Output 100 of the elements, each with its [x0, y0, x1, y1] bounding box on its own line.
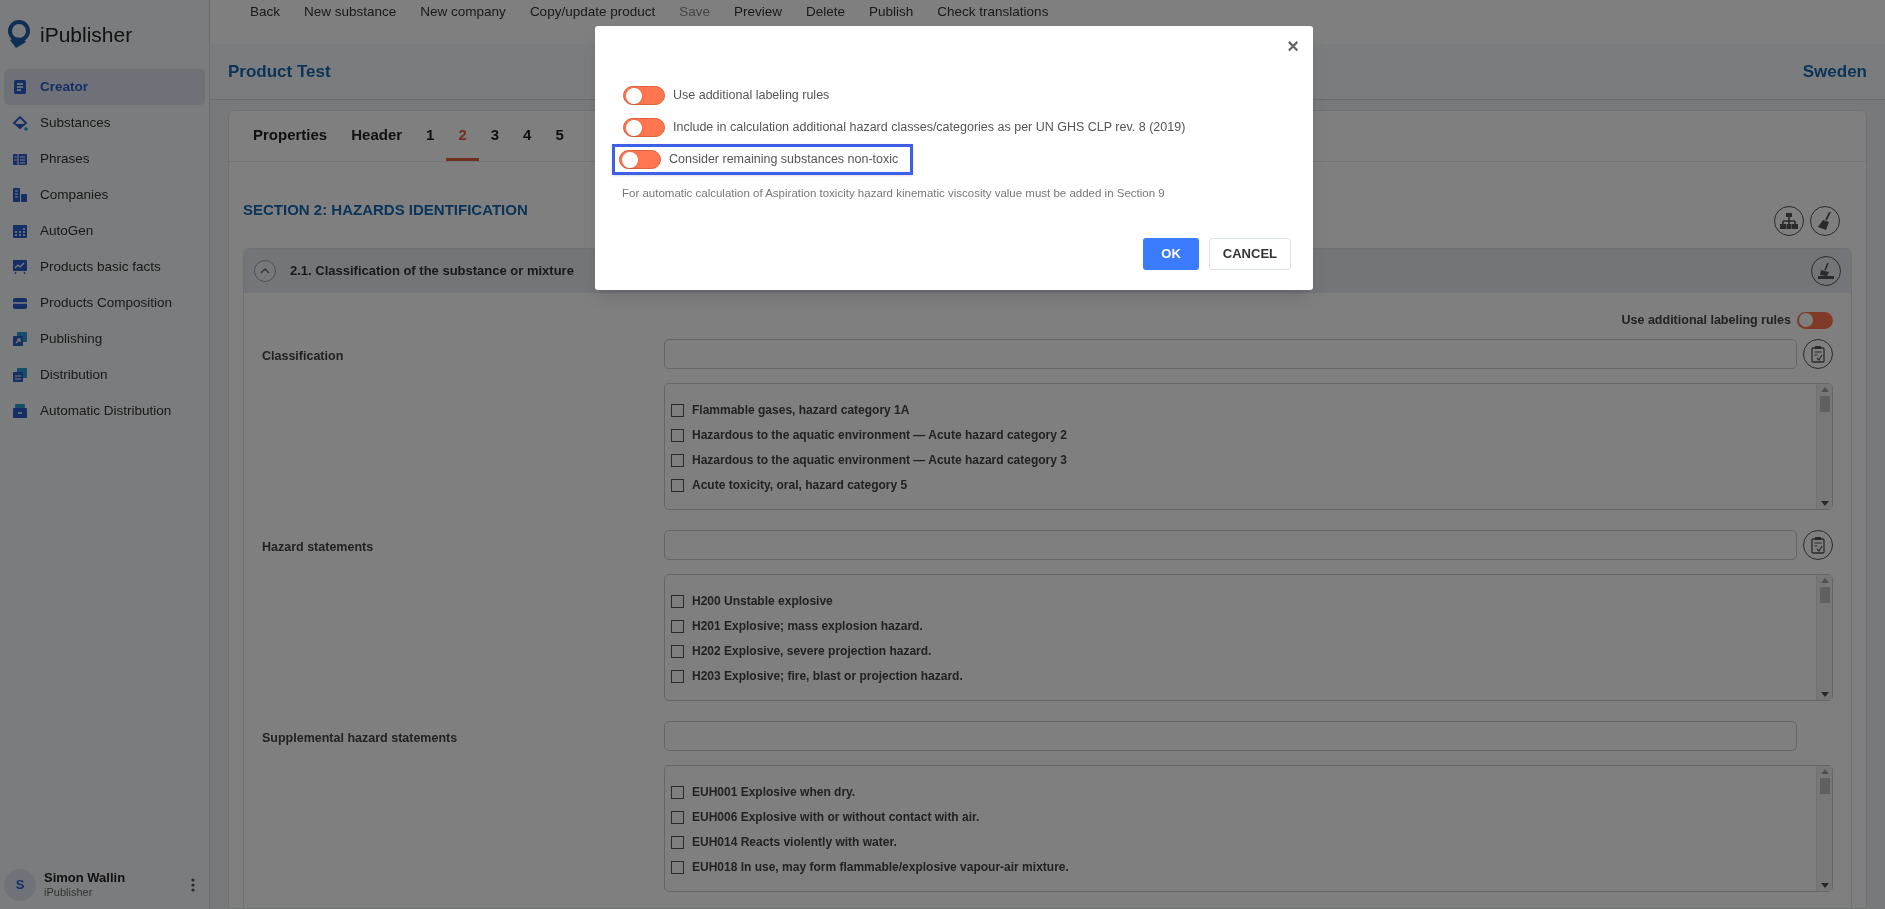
option-label: EUH001 Explosive when dry. — [692, 784, 856, 801]
toggle-label: Consider remaining substances non-toxic — [669, 151, 899, 169]
tab[interactable]: 3 — [478, 113, 512, 161]
nav-item[interactable]: Automatic Distribution — [4, 393, 205, 429]
checkbox[interactable] — [671, 403, 684, 417]
scroll-down-icon[interactable] — [1820, 692, 1829, 697]
tab[interactable]: 5 — [543, 113, 576, 161]
user-name: Simon Wallin — [44, 870, 126, 887]
nav-item[interactable]: Creator — [4, 69, 205, 105]
toolbar-button[interactable]: Publish — [857, 5, 926, 19]
nav-item[interactable]: Products Composition — [4, 285, 205, 321]
hierarchy-icon — [1780, 213, 1798, 229]
grid-icon — [12, 223, 28, 239]
toggle-label: Use additional labeling rules — [673, 87, 830, 105]
tab[interactable]: 1 — [414, 113, 447, 161]
tab[interactable]: 2 — [446, 113, 479, 161]
nav-item[interactable]: Products basic facts — [4, 249, 205, 285]
checkbox[interactable] — [671, 619, 684, 633]
scroll-up-icon[interactable] — [1820, 769, 1829, 774]
checkbox[interactable] — [671, 785, 684, 799]
printer-icon — [12, 403, 28, 419]
user-avatar[interactable]: S — [4, 869, 36, 901]
chart-board-icon — [12, 259, 28, 275]
cancel-button[interactable]: CANCEL — [1208, 238, 1291, 270]
toggle-label: Include in calculation additional hazard classes/categories as per UN GHS CLP rev. 8 (2019) — [673, 119, 1186, 137]
scrollbar[interactable] — [1816, 384, 1832, 509]
field-label: Supplemental hazard statements — [262, 730, 459, 747]
tab[interactable]: Header — [339, 113, 415, 161]
toggle-switch[interactable] — [623, 118, 665, 137]
option-label: EUH014 Reacts violently with water. — [692, 834, 897, 851]
toolbar-button[interactable]: New substance — [292, 5, 409, 19]
field-label: Hazard statements — [262, 539, 375, 556]
product-title: Product Test — [228, 60, 331, 83]
storage-icon — [12, 295, 28, 311]
ok-button[interactable]: OK — [1143, 238, 1199, 270]
scrollbar-thumb[interactable] — [1819, 396, 1830, 412]
checkbox[interactable] — [671, 453, 684, 467]
toolbar-button[interactable]: Preview — [722, 5, 794, 19]
checkbox[interactable] — [671, 644, 684, 658]
checkbox[interactable] — [671, 860, 684, 874]
option-label: EUH018 In use, may form flammable/explosive vapour-air mixture. — [692, 859, 1069, 876]
checkbox[interactable] — [671, 478, 684, 492]
nav-item[interactable]: Companies — [4, 177, 205, 213]
input-field[interactable] — [664, 721, 1797, 751]
toolbar-button[interactable]: Copy/update product — [517, 5, 668, 19]
dialog-note: For automatic calculation of Aspiration toxicity hazard kinematic viscosity value must be added in Section 9 — [621, 186, 1166, 201]
scroll-up-icon[interactable] — [1820, 387, 1829, 392]
option-label: H200 Unstable explosive — [692, 593, 833, 610]
broom-icon — [1817, 212, 1833, 230]
clipboard-check-icon — [1811, 536, 1825, 554]
user-subtitle: iPublisher — [44, 886, 94, 900]
option-label: Hazardous to the aquatic environment — Acute hazard category 2 — [692, 427, 1067, 444]
nav-item[interactable]: Distribution — [4, 357, 205, 393]
option-label: EUH006 Explosive with or without contact with air. — [692, 809, 980, 826]
scrollbar[interactable] — [1816, 575, 1832, 700]
checkbox[interactable] — [671, 669, 684, 683]
toggle-switch[interactable] — [1797, 311, 1833, 329]
share-icon — [12, 331, 28, 347]
option-label: Acute toxicity, oral, hazard category 5 — [692, 477, 908, 494]
logo-icon — [6, 19, 32, 50]
book-icon — [12, 79, 28, 95]
input-field[interactable] — [664, 530, 1797, 560]
checkbox[interactable] — [671, 835, 684, 849]
country-label: Sweden — [1802, 60, 1867, 83]
nav-item[interactable]: Publishing — [4, 321, 205, 357]
nav-item[interactable]: Phrases — [4, 141, 205, 177]
checkbox[interactable] — [671, 810, 684, 824]
option-label: Hazardous to the aquatic environment — Acute hazard category 3 — [692, 452, 1067, 469]
broom-icon — [1817, 263, 1835, 279]
checkbox[interactable] — [671, 428, 684, 442]
scroll-down-icon[interactable] — [1820, 501, 1829, 506]
tab[interactable]: Properties — [241, 113, 340, 161]
scroll-up-icon[interactable] — [1820, 578, 1829, 583]
input-field[interactable] — [664, 339, 1797, 369]
field-label: Classification — [262, 348, 345, 365]
checkbox[interactable] — [671, 594, 684, 608]
nav-item[interactable]: AutoGen — [4, 213, 205, 249]
scrollbar-thumb[interactable] — [1819, 778, 1830, 794]
toolbar-button[interactable]: New company — [408, 5, 518, 19]
more-icon[interactable] — [191, 878, 195, 892]
toolbar-button[interactable]: Check translations — [925, 5, 1061, 19]
toolbar-button[interactable]: Delete — [794, 5, 858, 19]
scroll-down-icon[interactable] — [1820, 883, 1829, 888]
logo-text: iPublisher — [40, 21, 133, 48]
toolbar-button[interactable]: Back — [238, 5, 292, 19]
nav-item[interactable]: Substances — [4, 105, 205, 141]
chevron-up-icon — [260, 268, 270, 274]
subsection-title: 2.1. Classification of the substance or mixture — [290, 262, 574, 281]
section-title: SECTION 2: HAZARDS IDENTIFICATION — [243, 199, 528, 220]
toggle-switch[interactable] — [623, 86, 665, 105]
scrollbar[interactable] — [1816, 766, 1832, 891]
tab[interactable]: 4 — [511, 113, 544, 161]
close-button[interactable]: × — [1287, 36, 1299, 56]
documents-icon — [12, 367, 28, 383]
toggle-label: Use additional labeling rules — [1621, 311, 1791, 329]
option-label: H203 Explosive; fire, blast or projection hazard. — [692, 668, 963, 685]
toggle-switch[interactable] — [619, 150, 661, 169]
list-icon — [12, 151, 28, 167]
scrollbar-thumb[interactable] — [1819, 587, 1830, 603]
buildings-icon — [12, 187, 28, 203]
